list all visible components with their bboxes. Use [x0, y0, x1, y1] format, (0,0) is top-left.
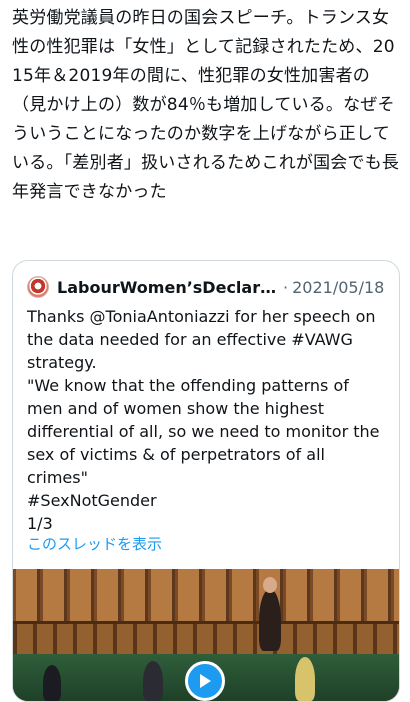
seated-figure — [143, 661, 163, 701]
video-thumbnail[interactable] — [13, 569, 399, 701]
separator-dot: · — [283, 277, 289, 297]
speaker-figure — [259, 589, 281, 651]
tweet-date[interactable]: 2021/05/18 — [292, 278, 384, 297]
speaker-head — [263, 577, 277, 593]
author-name[interactable]: LabourWomen’sDeclarati… — [57, 278, 279, 297]
quoted-tweet-header: LabourWomen’sDeclarati… · 2021/05/18 — [27, 275, 389, 299]
campaign-logo-icon[interactable] — [27, 276, 49, 298]
play-icon[interactable] — [185, 661, 225, 701]
lower-panelling — [13, 624, 399, 654]
tweet-text: 英労働党議員の昨日の国会スピーチ。トランス女性の性犯罪は「女性」として記録された… — [12, 8, 400, 202]
quoted-tweet-text: Thanks @ToniaAntoniazzi for her speech o… — [27, 307, 380, 533]
show-thread-link[interactable]: このスレッドを表示 — [27, 533, 162, 554]
play-triangle — [200, 674, 211, 688]
seated-figure — [295, 657, 315, 701]
seated-figure — [43, 665, 61, 701]
wood-panelling — [13, 569, 399, 624]
quoted-tweet-card[interactable]: LabourWomen’sDeclarati… · 2021/05/18 Tha… — [12, 260, 400, 702]
